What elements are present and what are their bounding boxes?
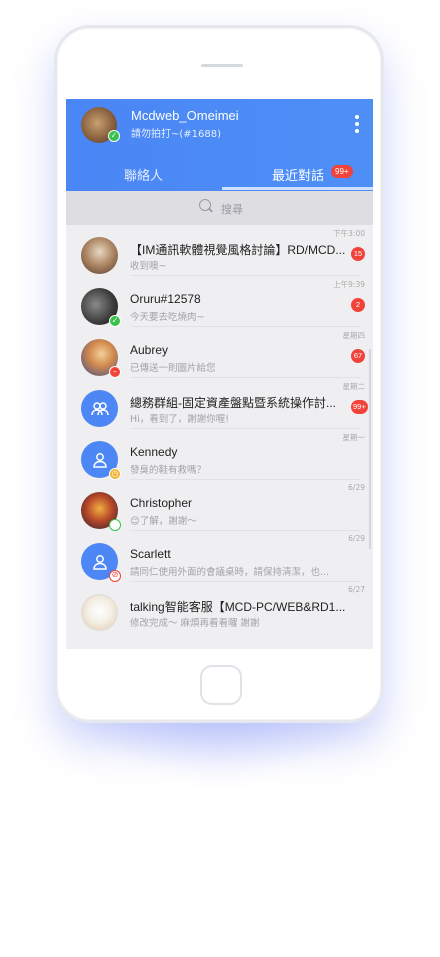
unread-badge: 67	[351, 349, 365, 363]
group-avatar	[81, 390, 118, 427]
unread-badge: 99+	[351, 400, 368, 414]
tab-recent-chats[interactable]: 最近對話	[272, 165, 324, 184]
speaker-grille	[201, 64, 243, 67]
chat-title: 總務群組-固定資產盤點暨系統操作討...	[130, 396, 336, 410]
person-icon	[93, 555, 107, 570]
search-placeholder: 搜尋	[221, 203, 243, 216]
chat-time: 6/27	[348, 585, 365, 594]
chat-avatar	[81, 594, 118, 631]
chat-title: Kennedy	[130, 445, 178, 459]
online-status-icon: ✓	[109, 315, 121, 327]
user-status-message[interactable]: 請勿拍打~(#1688)	[131, 125, 221, 140]
list-item[interactable]: 6/29 Christopher 😊了解，謝謝～	[66, 480, 373, 531]
unread-badge: 15	[351, 247, 365, 261]
chat-title: Aubrey	[130, 343, 169, 357]
group-icon	[91, 402, 109, 416]
search-bar[interactable]: 搜尋	[66, 191, 373, 225]
tab-unread-badge: 99+	[331, 165, 353, 178]
list-item[interactable]: 6/27 talking智能客服【MCD-PC/WEB&RD1... 修改完成～…	[66, 582, 373, 633]
active-tab-indicator	[222, 187, 373, 190]
chat-title: Scarlett	[130, 547, 171, 561]
chat-title: Christopher	[130, 496, 193, 510]
offline-status-icon	[109, 519, 121, 531]
person-icon	[93, 453, 107, 468]
chat-last-message: 收到噢~	[130, 261, 167, 272]
chat-time: 星期四	[342, 331, 366, 340]
chat-last-message: 請同仁使用外面的會議桌時，請保持清潔，也...	[130, 567, 330, 578]
chat-title: Oruru#12578	[130, 292, 201, 306]
chat-time: 上午9:39	[333, 280, 365, 289]
chat-time: 下午3:00	[333, 229, 365, 238]
chat-last-message: 😊了解，謝謝～	[130, 516, 197, 527]
list-item[interactable]: 上午9:39 ✓ Oruru#12578 今天要去吃燒肉~ 2	[66, 276, 373, 327]
chat-title: talking智能客服【MCD-PC/WEB&RD1...	[130, 600, 346, 614]
busy-status-icon: –	[109, 366, 121, 378]
chat-last-message: 發臭的鞋有救嗎？	[130, 465, 207, 476]
unread-badge: 2	[351, 298, 365, 312]
list-item[interactable]: 星期一 ◷ Kennedy 發臭的鞋有救嗎？	[66, 429, 373, 480]
app-header: ✓ Mcdweb_Omeimei 請勿拍打~(#1688) 聯絡人 最近對話 9…	[66, 99, 373, 191]
chat-time: 6/29	[348, 483, 365, 492]
tab-contacts[interactable]: 聯絡人	[124, 165, 163, 184]
chat-avatar	[81, 237, 118, 274]
chat-time: 星期一	[342, 433, 366, 442]
do-not-disturb-icon: ⊘	[109, 570, 121, 582]
chat-last-message: 今天要去吃燒肉~	[130, 312, 205, 323]
away-status-icon: ◷	[109, 468, 121, 480]
app-screen: ✓ Mcdweb_Omeimei 請勿拍打~(#1688) 聯絡人 最近對話 9…	[66, 99, 373, 649]
list-item[interactable]: 6/29 ⊘ Scarlett 請同仁使用外面的會議桌時，請保持清潔，也...	[66, 531, 373, 582]
scrollbar[interactable]	[369, 349, 371, 549]
chat-last-message: 修改完成～ 麻煩再看看囉 謝謝	[130, 618, 260, 629]
chat-time: 星期二	[342, 382, 366, 391]
more-menu-icon[interactable]	[354, 115, 360, 137]
user-name: Mcdweb_Omeimei	[131, 108, 239, 123]
chat-time: 6/29	[348, 534, 365, 543]
chat-last-message: 已傳送一則圖片給您	[130, 363, 216, 374]
home-button[interactable]	[200, 665, 242, 705]
list-item[interactable]: 星期二 總務群組-固定資產盤點暨系統操作討... Hi，看到了，謝謝你喔! 99…	[66, 378, 373, 429]
list-item[interactable]: 星期四 – Aubrey 已傳送一則圖片給您 67	[66, 327, 373, 378]
online-status-icon: ✓	[108, 130, 120, 142]
phone-frame: ✓ Mcdweb_Omeimei 請勿拍打~(#1688) 聯絡人 最近對話 9…	[54, 25, 384, 723]
search-icon	[199, 199, 211, 211]
chat-last-message: Hi，看到了，謝謝你喔!	[130, 414, 230, 425]
list-item[interactable]: 下午3:00 【IM通訊軟體視覺風格討論】RD/MCD... 收到噢~ 15	[66, 225, 373, 276]
chat-title: 【IM通訊軟體視覺風格討論】RD/MCD...	[130, 243, 346, 257]
